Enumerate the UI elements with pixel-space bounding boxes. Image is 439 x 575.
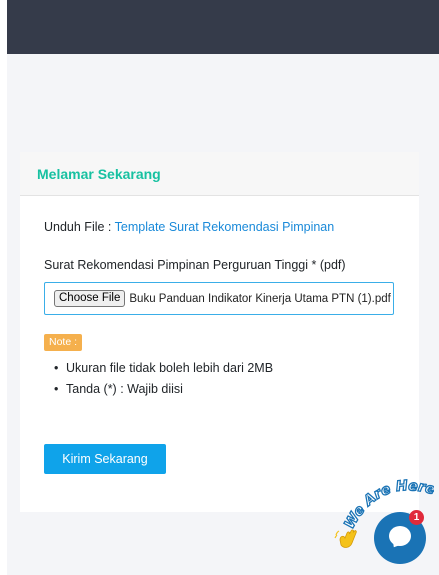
card-header: Melamar Sekarang [20,152,419,196]
submit-button[interactable]: Kirim Sekarang [44,444,166,474]
recommendation-letter-label: Surat Rekomendasi Pimpinan Perguruan Tin… [44,258,346,272]
selected-file-name: Buku Panduan Indikator Kinerja Utama PTN… [129,292,391,305]
top-navigation-bar [7,0,439,54]
card-title: Melamar Sekarang [37,165,161,182]
note-list: Ukuran file tidak boleh lebih dari 2MB T… [44,360,395,397]
choose-file-button[interactable]: Choose File [54,290,126,307]
recommendation-letter-file-input[interactable]: Choose File Buku Panduan Indikator Kiner… [44,282,394,315]
download-row: Unduh File : Template Surat Rekomendasi … [44,219,395,235]
chat-widget[interactable]: We Are Here! 1 [334,474,434,570]
waving-hand-icon [334,529,357,548]
left-edge-strip [0,0,7,575]
note-item: Tanda (*) : Wajib diisi [54,381,395,397]
apply-card: Melamar Sekarang Unduh File : Template S… [20,152,419,512]
unread-count-badge: 1 [409,510,424,525]
template-download-link[interactable]: Template Surat Rekomendasi Pimpinan [115,220,335,234]
card-body: Unduh File : Template Surat Rekomendasi … [20,196,419,474]
note-badge: Note : [44,334,83,351]
download-label: Unduh File : [44,220,115,234]
note-item: Ukuran file tidak boleh lebih dari 2MB [54,360,395,376]
